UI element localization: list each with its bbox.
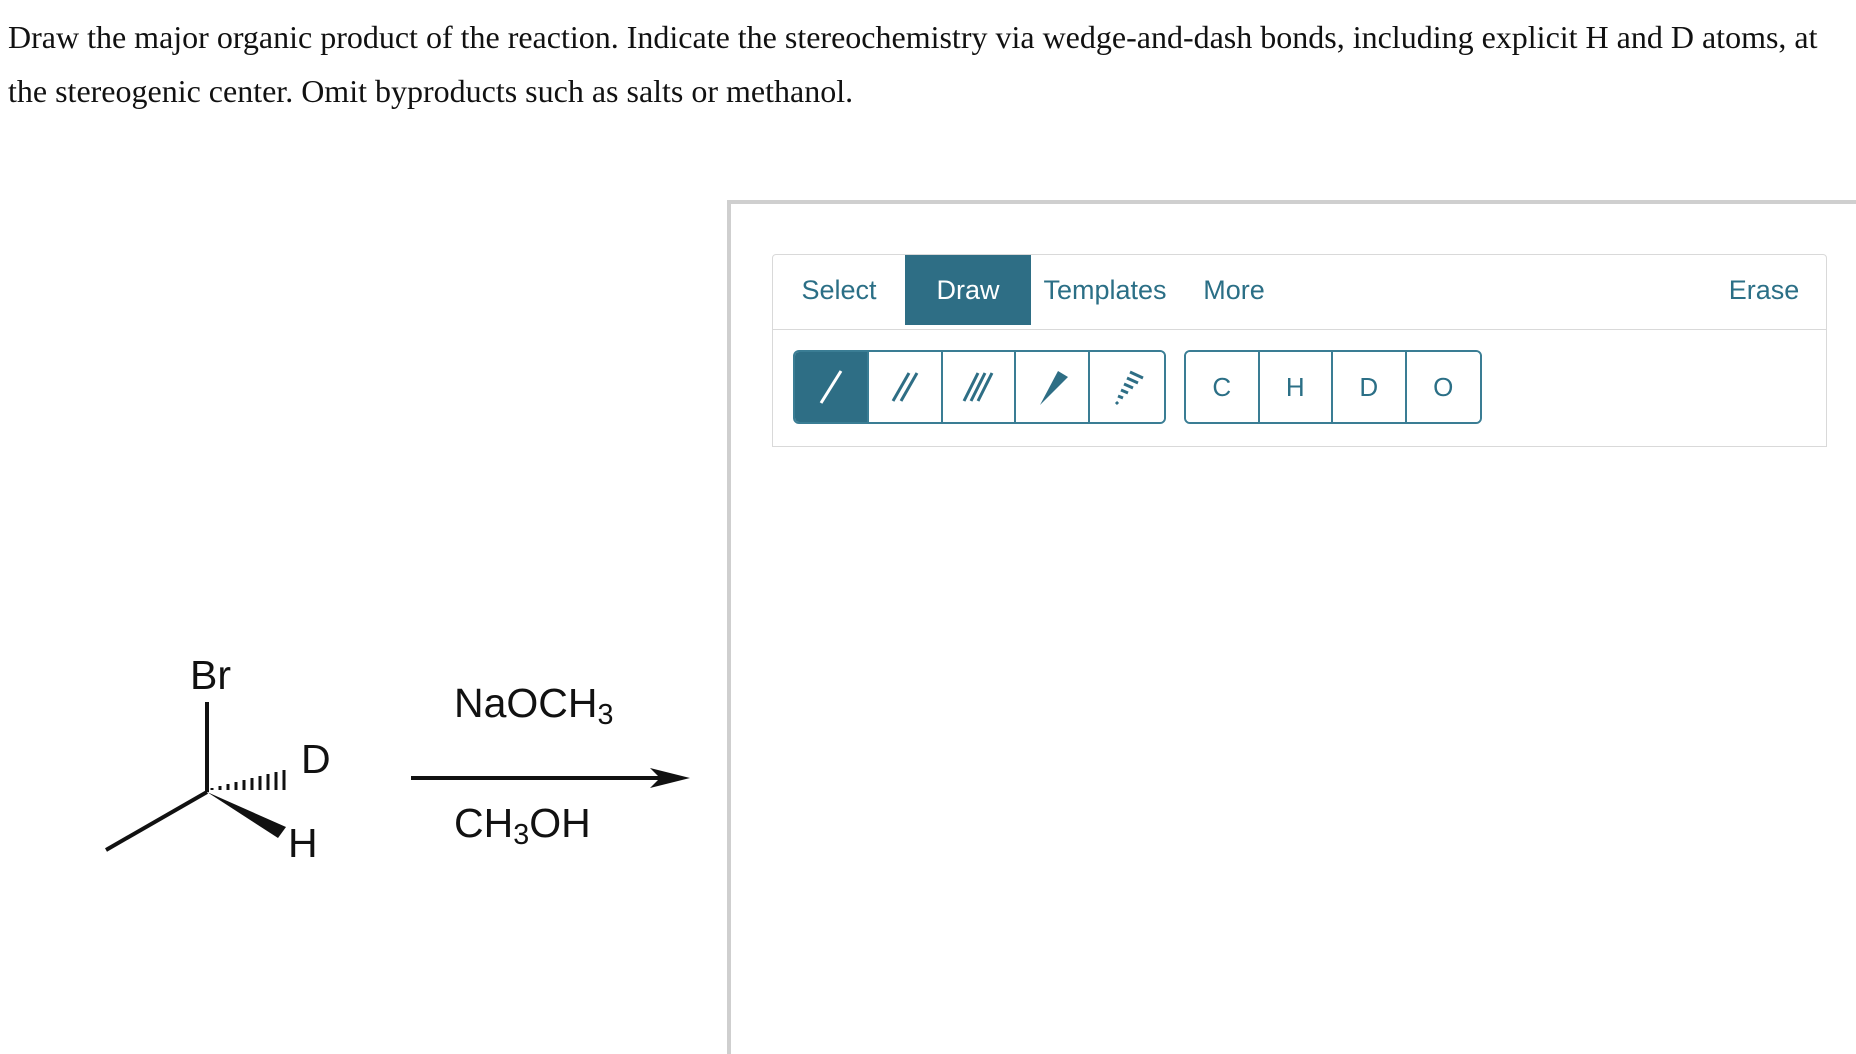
double-bond-button[interactable] [868, 352, 943, 422]
atom-br: Br [190, 652, 231, 698]
single-bond-icon [819, 370, 843, 404]
tab-select[interactable]: Select [773, 255, 905, 325]
atom-o-button[interactable]: O [1406, 352, 1480, 422]
editor-toolbar: C H D O [772, 330, 1827, 447]
triple-bond-button[interactable] [942, 352, 1017, 422]
reagent-label: NaOCH3 [454, 680, 614, 732]
methyl-bond [105, 790, 208, 852]
tab-draw[interactable]: Draw [905, 255, 1031, 325]
double-bond-icon [891, 372, 918, 402]
atom-d: D [301, 736, 331, 782]
drawing-canvas[interactable]: Select Draw Templates More Erase C H D O [727, 200, 1856, 1054]
dash-bond-button[interactable] [1090, 352, 1164, 422]
dash-bond-d [210, 770, 286, 790]
tab-more[interactable]: More [1179, 255, 1289, 325]
wedge-bond-button[interactable] [1016, 352, 1091, 422]
dash-bond-icon [1115, 370, 1144, 406]
tab-templates[interactable]: Templates [1031, 255, 1179, 325]
atom-d-button[interactable]: D [1333, 352, 1407, 422]
wedge-bond-icon [1040, 371, 1069, 405]
single-bond-button[interactable] [795, 352, 869, 422]
wedge-bond-h [207, 792, 286, 838]
atom-h-button[interactable]: H [1259, 352, 1333, 422]
question-text: Draw the major organic product of the re… [8, 19, 1818, 109]
reaction-scheme: Br D H NaOCH3 CH3OH [0, 640, 720, 940]
triple-bond-icon [963, 372, 994, 402]
atom-tool-group: C H D O [1184, 350, 1482, 424]
editor-tab-bar: Select Draw Templates More Erase [772, 254, 1827, 330]
erase-button[interactable]: Erase [1714, 255, 1814, 325]
solvent-label: CH3OH [454, 800, 591, 852]
bond-tool-group [793, 350, 1166, 424]
atom-h: H [288, 820, 318, 866]
atom-c-button[interactable]: C [1186, 352, 1260, 422]
